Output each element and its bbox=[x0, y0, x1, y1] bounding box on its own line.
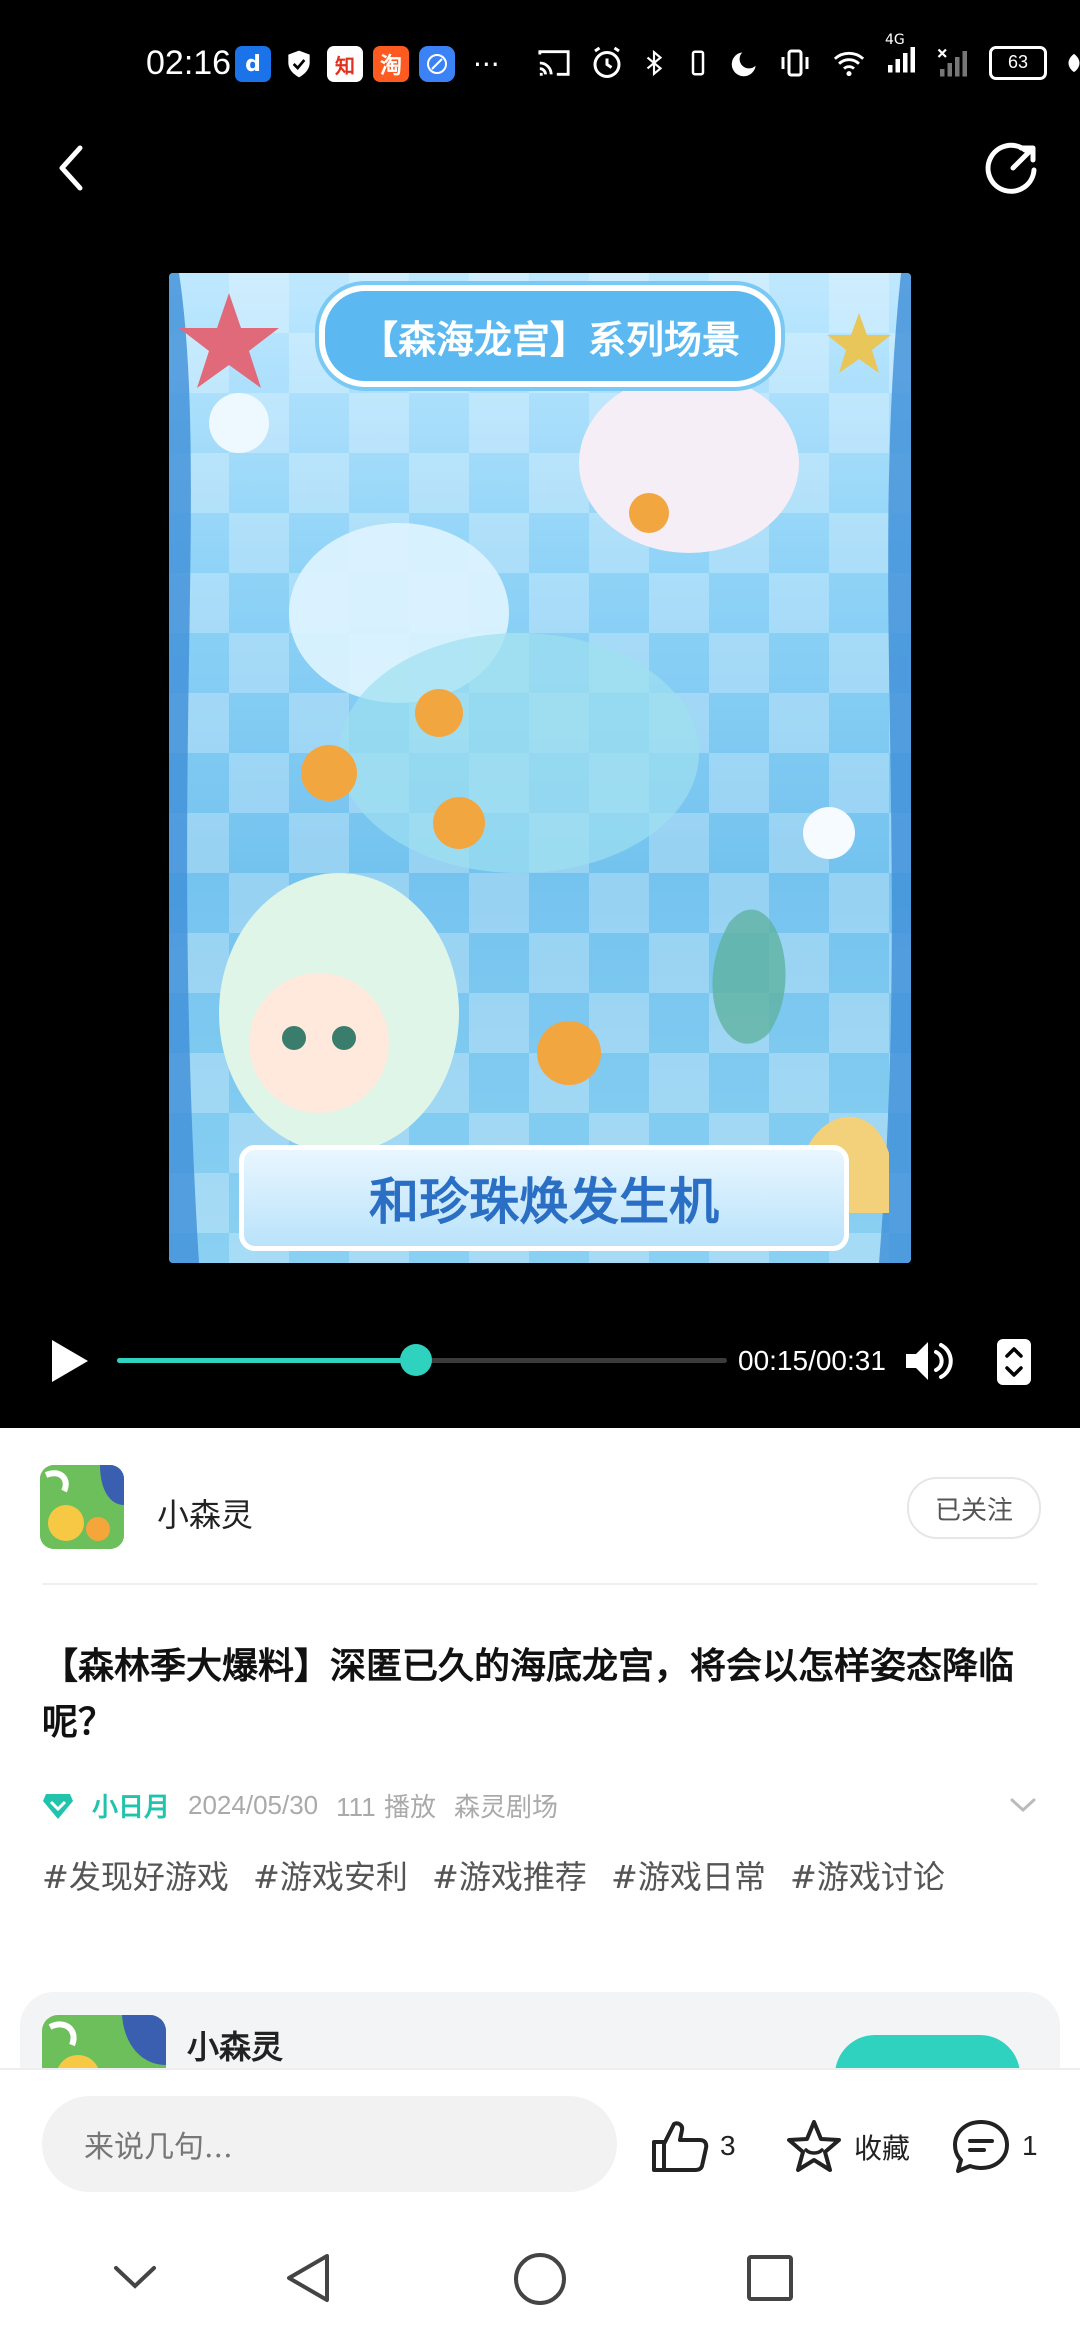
volume-icon[interactable] bbox=[900, 1334, 954, 1388]
comment-input[interactable]: 来说几句... bbox=[42, 2096, 617, 2192]
comment-bubble-icon bbox=[953, 2120, 1009, 2173]
follow-button[interactable]: 已关注 bbox=[907, 1477, 1041, 1539]
more-notifications-icon: ··· bbox=[473, 47, 500, 81]
divider bbox=[42, 1583, 1038, 1585]
shield-icon bbox=[281, 46, 317, 82]
alarm-icon bbox=[593, 46, 621, 78]
chevron-down-icon[interactable] bbox=[1008, 1795, 1038, 1815]
nav-recents-icon[interactable] bbox=[745, 2253, 795, 2303]
author-avatar-art bbox=[40, 1465, 124, 1549]
comment-button[interactable]: 1 bbox=[950, 2118, 1038, 2174]
video-frame-caption: 和珍珠焕发生机 bbox=[239, 1145, 849, 1251]
meta-user[interactable]: 小日月 bbox=[92, 1787, 170, 1824]
tag-item[interactable]: #游戏推荐 bbox=[432, 1858, 587, 1896]
time-display: 00:15/00:31 bbox=[738, 1345, 886, 1376]
cast-icon bbox=[538, 49, 570, 76]
video-frame[interactable]: 【森海龙宫】系列场景 和珍珠焕发生机 bbox=[169, 273, 911, 1263]
meta-plays-count: 111 bbox=[336, 1792, 376, 1822]
tag-item[interactable]: #游戏讨论 bbox=[790, 1858, 945, 1896]
nav-back-icon[interactable] bbox=[283, 2250, 333, 2306]
thumbs-up-icon bbox=[652, 2121, 709, 2172]
battery-icon: 63 bbox=[989, 45, 1047, 80]
video-frame-title: 【森海龙宫】系列场景 bbox=[319, 285, 781, 387]
douyin-icon: d bbox=[235, 46, 271, 82]
signal-no-service-icon bbox=[937, 48, 967, 76]
play-icon[interactable] bbox=[44, 1336, 94, 1386]
network-type: 4G bbox=[885, 32, 905, 48]
tag-item[interactable]: #游戏安利 bbox=[253, 1858, 408, 1896]
favorite-button[interactable]: 收藏 bbox=[784, 2118, 910, 2176]
post-title: 【森林季大爆料】深匿已久的海底龙宫，将会以怎样姿态降临呢？ bbox=[42, 1645, 1015, 1743]
progress-fill bbox=[117, 1358, 416, 1363]
meta-date: 2024/05/30 bbox=[188, 1790, 319, 1820]
meta-plays-label: 播放 bbox=[383, 1793, 436, 1823]
back-arrow-icon[interactable] bbox=[52, 142, 88, 194]
fullscreen-icon[interactable] bbox=[995, 1337, 1033, 1387]
vibrate-icon bbox=[691, 50, 705, 75]
card-name: 小森灵 bbox=[187, 2028, 284, 2066]
star-icon bbox=[787, 2120, 841, 2172]
meta-plays: 111 播放 bbox=[336, 1787, 436, 1824]
diamond-badge-icon bbox=[43, 1793, 73, 1819]
tag-item[interactable]: #发现好游戏 bbox=[42, 1858, 229, 1896]
tag-item[interactable]: #游戏日常 bbox=[611, 1858, 766, 1896]
vibrate-mode-icon bbox=[781, 49, 809, 76]
signal-icon: 4G bbox=[885, 32, 921, 81]
zhihu-icon: 知 bbox=[327, 46, 363, 82]
share-icon[interactable] bbox=[985, 140, 1041, 196]
status-time: 02:16 bbox=[146, 44, 232, 82]
author-avatar[interactable] bbox=[40, 1465, 124, 1549]
do-not-disturb-icon bbox=[731, 51, 756, 76]
browser-icon bbox=[419, 46, 455, 82]
tag-list: #发现好游戏 #游戏安利 #游戏推荐 #游戏日常 #游戏讨论 bbox=[42, 1850, 1042, 1904]
leaf-icon bbox=[1068, 53, 1080, 72]
nav-home-icon[interactable] bbox=[512, 2251, 568, 2307]
bluetooth-icon bbox=[646, 49, 663, 76]
post-meta: 小日月 2024/05/30 111 播放 森灵剧场 bbox=[42, 1787, 558, 1824]
status-system-icons: 4G 63 bbox=[535, 32, 1080, 81]
like-count: 3 bbox=[720, 2130, 736, 2161]
video-scene-art bbox=[169, 273, 911, 1263]
like-button[interactable]: 3 bbox=[650, 2118, 736, 2174]
author-name[interactable]: 小森灵 bbox=[157, 1490, 253, 1536]
favorite-label: 收藏 bbox=[854, 2132, 911, 2165]
progress-handle[interactable] bbox=[399, 1344, 432, 1376]
nav-hide-icon[interactable] bbox=[112, 2262, 158, 2292]
taobao-icon: 淘 bbox=[373, 46, 409, 82]
wifi-icon bbox=[833, 51, 865, 76]
status-app-icons: d 知 淘 ··· bbox=[235, 46, 500, 82]
comment-count: 1 bbox=[1022, 2130, 1038, 2161]
meta-channel[interactable]: 森灵剧场 bbox=[454, 1787, 558, 1824]
